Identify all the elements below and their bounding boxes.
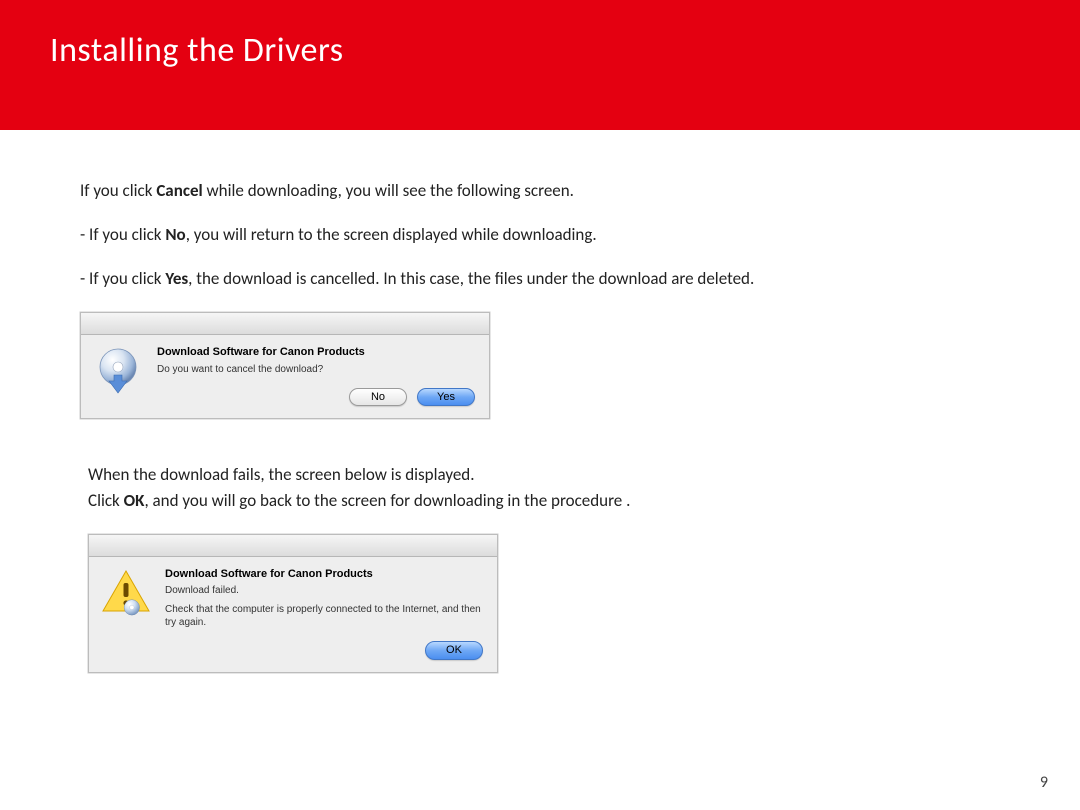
intro-paragraph: If you click Cancel while downloading, y…: [80, 180, 1000, 202]
page-number: 9: [1040, 773, 1048, 792]
bullet-no: - If you click No, you will return to th…: [80, 224, 1000, 246]
dialog-body: Download Software for Canon Products Do …: [81, 335, 489, 418]
intro-post: while downloading, you will see the foll…: [203, 180, 574, 201]
bullet1-pre: - If you click: [80, 224, 165, 245]
page-title: Installing the Drivers: [50, 30, 1030, 71]
bullet2-pre: - If you click: [80, 268, 165, 289]
dialog-titlebar-2: [89, 535, 497, 557]
para2b-pre: Click: [88, 490, 124, 511]
dialog2-message: Download failed.: [165, 584, 483, 597]
warning-download-icon: [99, 567, 153, 621]
dialog2-title: Download Software for Canon Products: [165, 567, 483, 581]
bullet-yes: - If you click Yes, the download is canc…: [80, 268, 1000, 290]
para2b-post: , and you will go back to the screen for…: [144, 490, 630, 511]
bullet2-post: , the download is cancelled. In this cas…: [188, 268, 754, 289]
dialog-text: Download Software for Canon Products Do …: [157, 345, 475, 406]
intro-pre: If you click: [80, 180, 156, 201]
dialog-titlebar: [81, 313, 489, 335]
intro-bold: Cancel: [156, 180, 202, 201]
fail-intro-line1: When the download fails, the screen belo…: [88, 464, 1000, 486]
para2b-bold: OK: [124, 490, 145, 511]
fail-intro-line2: Click OK, and you will go back to the sc…: [88, 490, 1000, 512]
dialog1-buttons: No Yes: [157, 388, 475, 406]
slide-content: If you click Cancel while downloading, y…: [0, 130, 1080, 673]
bullet2-bold: Yes: [165, 268, 188, 289]
dialog2-buttons: OK: [165, 641, 483, 659]
download-icon: [91, 345, 145, 399]
yes-button[interactable]: Yes: [417, 388, 475, 406]
bullet1-bold: No: [165, 224, 185, 245]
dialog2-detail: Check that the computer is properly conn…: [165, 603, 483, 629]
ok-button[interactable]: OK: [425, 641, 483, 659]
dialog-text-2: Download Software for Canon Products Dow…: [165, 567, 483, 660]
cancel-dialog: Download Software for Canon Products Do …: [80, 312, 490, 419]
dialog1-message: Do you want to cancel the download?: [157, 363, 475, 376]
bullet1-post: , you will return to the screen displaye…: [186, 224, 597, 245]
slide-header: Installing the Drivers: [0, 0, 1080, 130]
no-button[interactable]: No: [349, 388, 407, 406]
fail-dialog: Download Software for Canon Products Dow…: [88, 534, 498, 673]
dialog-body-2: Download Software for Canon Products Dow…: [89, 557, 497, 672]
dialog1-title: Download Software for Canon Products: [157, 345, 475, 359]
